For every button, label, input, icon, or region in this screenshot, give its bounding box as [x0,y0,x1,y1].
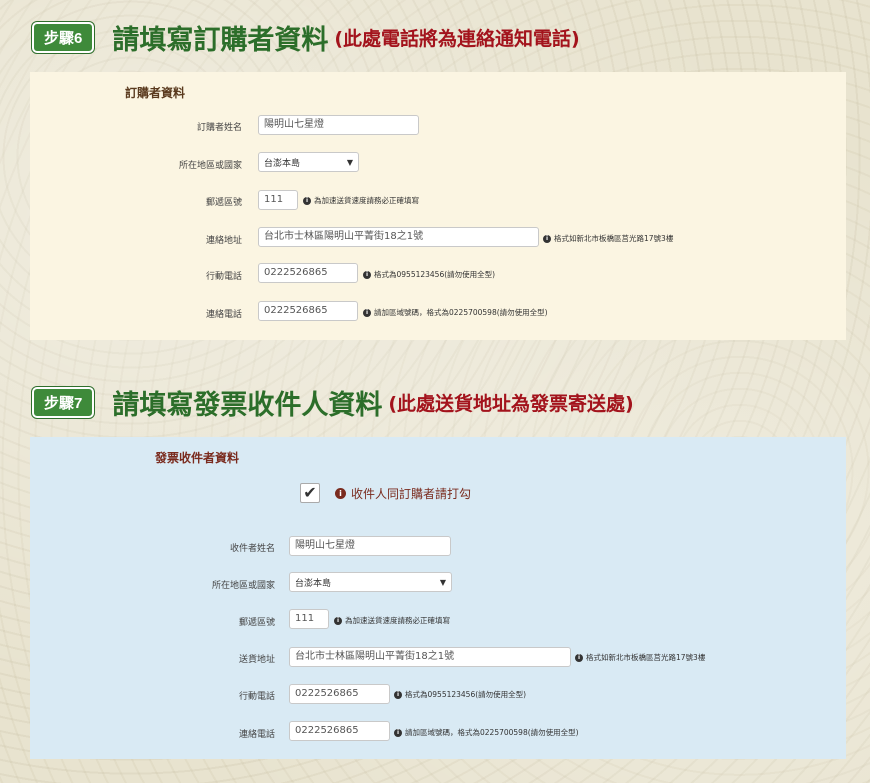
recipient-zip-label: 郵遞區號 [238,618,275,628]
step6-title: 請填寫訂購者資料 [112,25,329,56]
orderer-region-value: 台澎本島 [264,158,301,169]
step7-header: 步驟7 請填寫發票收件人資料 (此處送貨地址為發票寄送處) [32,383,634,422]
orderer-mobile-label: 行動電話 [205,272,242,282]
recipient-region-select[interactable]: 台澎本島 ▼ [289,572,452,592]
recipient-mobile-label: 行動電話 [238,692,275,702]
invoice-recipient-panel: 發票收件者資料 ✔ i 收件人同訂購者請打勾 收件者姓名 陽明山七星燈 所在地區… [30,437,846,759]
orderer-panel-title: 訂購者資料 [125,86,186,100]
info-icon: i [575,653,583,662]
recipient-address-input[interactable]: 台北市士林區陽明山平菁街18之1號 [289,647,571,667]
orderer-phone-hint-text: 請加區域號碼，格式為0225700598(請勿使用全型) [374,308,548,317]
info-icon: i [335,488,346,499]
orderer-mobile-hint: i 格式為0955123456(請勿使用全型) [363,269,495,280]
recipient-mobile-input[interactable]: 0222526865 [289,684,390,704]
orderer-address-hint-text: 格式如新北市板橋區莒光路17號3樓 [554,234,674,243]
recipient-name-input[interactable]: 陽明山七星燈 [289,536,451,556]
recipient-address-label: 送貨地址 [238,655,275,665]
recipient-address-hint: i 格式如新北市板橋區莒光路17號3樓 [575,652,705,663]
orderer-phone-label: 連絡電話 [205,310,242,320]
orderer-zip-hint-text: 為加速送貨速度請務必正確填寫 [314,196,419,205]
recipient-zip-hint: i 為加速送貨速度請務必正確填寫 [334,615,450,626]
recipient-phone-hint: i 請加區域號碼，格式為0225700598(請勿使用全型) [394,727,579,738]
info-icon: i [394,690,402,699]
step7-note: (此處送貨地址為發票寄送處) [388,393,634,415]
orderer-zip-label: 郵遞區號 [205,198,242,208]
recipient-phone-label: 連絡電話 [238,730,275,740]
orderer-phone-input[interactable]: 0222526865 [258,301,358,321]
recipient-phone-hint-text: 請加區域號碼，格式為0225700598(請勿使用全型) [405,728,579,737]
recipient-address-hint-text: 格式如新北市板橋區莒光路17號3樓 [586,653,706,662]
info-icon: i [363,270,371,279]
recipient-region-label: 所在地區或國家 [211,581,275,591]
recipient-name-label: 收件者姓名 [229,544,275,554]
orderer-zip-hint: i 為加速送貨速度請務必正確填寫 [303,195,419,206]
orderer-address-label: 連絡地址 [205,236,242,246]
orderer-address-input[interactable]: 台北市士林區陽明山平菁街18之1號 [258,227,539,247]
info-icon: i [543,234,551,243]
dropdown-arrow-icon: ▼ [439,577,446,587]
recipient-zip-input[interactable]: 111 [289,609,329,629]
orderer-address-hint: i 格式如新北市板橋區莒光路17號3樓 [543,233,673,244]
recipient-mobile-hint-text: 格式為0955123456(請勿使用全型) [405,690,527,699]
info-icon: i [363,308,371,317]
recipient-mobile-hint: i 格式為0955123456(請勿使用全型) [394,689,526,700]
same-as-orderer-checkbox[interactable]: ✔ [300,483,320,503]
step6-note: (此處電話將為連絡通知電話) [334,28,580,50]
recipient-phone-input[interactable]: 0222526865 [289,721,390,741]
orderer-info-panel: 訂購者資料 訂購者姓名 陽明山七星燈 所在地區或國家 台澎本島 ▼ 郵遞區號 1… [30,72,846,340]
step6-header: 步驟6 請填寫訂購者資料 (此處電話將為連絡通知電話) [32,18,580,57]
info-icon: i [334,616,342,625]
orderer-name-label: 訂購者姓名 [196,123,242,133]
same-as-orderer-text: 收件人同訂購者請打勾 [351,487,472,501]
recipient-zip-hint-text: 為加速送貨速度請務必正確填寫 [345,616,450,625]
step6-badge: 步驟6 [32,22,95,53]
info-icon: i [394,728,402,737]
orderer-name-input[interactable]: 陽明山七星燈 [258,115,419,135]
recipient-region-value: 台澎本島 [295,578,332,589]
step7-badge: 步驟7 [32,387,95,418]
orderer-phone-hint: i 請加區域號碼，格式為0225700598(請勿使用全型) [363,307,548,318]
orderer-mobile-input[interactable]: 0222526865 [258,263,358,283]
dropdown-arrow-icon: ▼ [346,157,353,167]
recipient-panel-title: 發票收件者資料 [155,451,240,465]
orderer-region-select[interactable]: 台澎本島 ▼ [258,152,359,172]
step7-title: 請填寫發票收件人資料 [112,390,383,421]
orderer-mobile-hint-text: 格式為0955123456(請勿使用全型) [374,270,496,279]
same-as-orderer-label: i 收件人同訂購者請打勾 [335,485,471,502]
info-icon: i [303,196,311,205]
orderer-region-label: 所在地區或國家 [178,161,242,171]
orderer-zip-input[interactable]: 111 [258,190,298,210]
